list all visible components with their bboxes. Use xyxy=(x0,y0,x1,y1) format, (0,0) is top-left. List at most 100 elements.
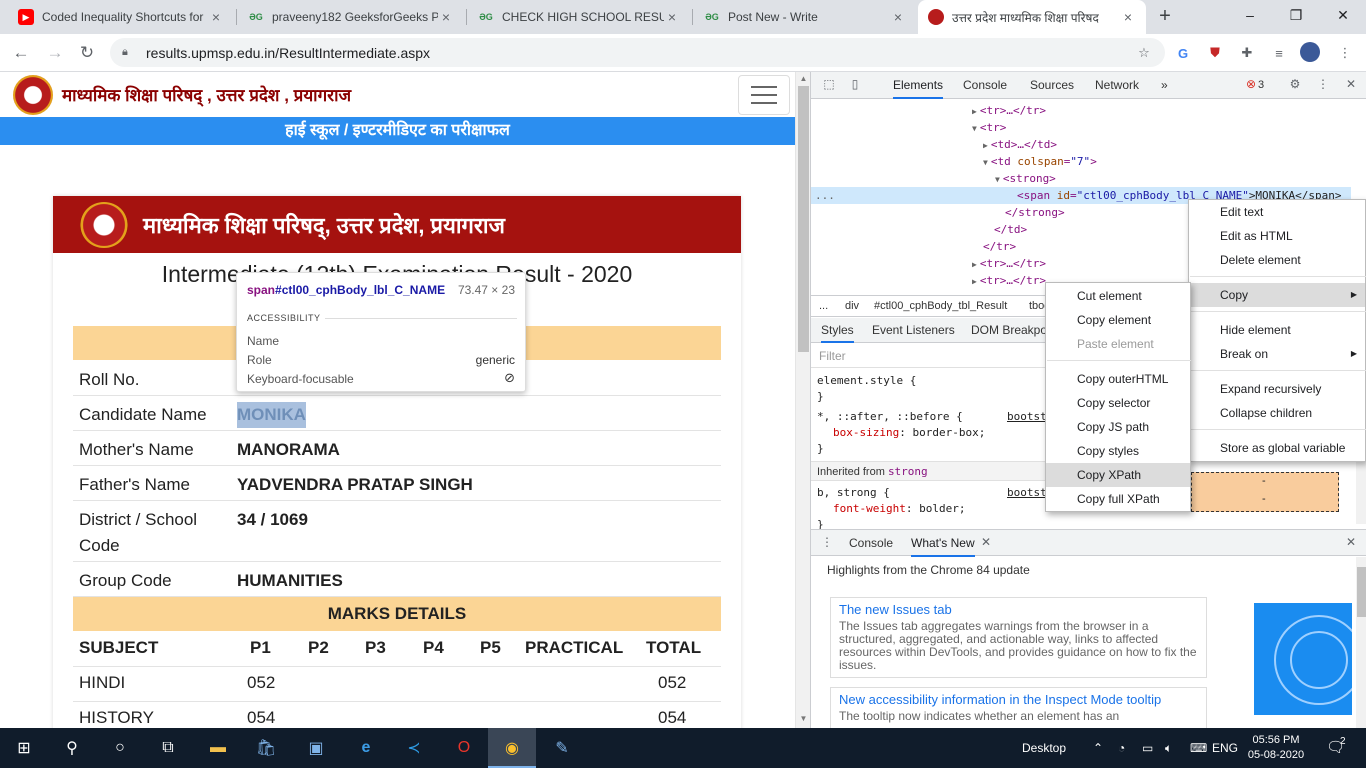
reload-icon[interactable]: ↻ xyxy=(74,40,100,66)
forward-icon[interactable]: → xyxy=(42,40,68,66)
chrome-icon[interactable]: ◉ xyxy=(488,728,536,768)
tab-sources[interactable]: Sources xyxy=(1030,72,1074,99)
media-icon[interactable]: ≡ xyxy=(1268,42,1290,64)
css-declaration[interactable]: box-sizing: border-box; xyxy=(833,425,985,441)
menu-copy-outerhtml[interactable]: Copy outerHTML xyxy=(1046,367,1190,391)
tab-console[interactable]: Console xyxy=(963,72,1007,99)
dom-node[interactable]: ▼ <strong> xyxy=(995,170,1056,188)
more-tabs-button[interactable]: » xyxy=(1161,72,1168,99)
dom-node[interactable]: </td> xyxy=(994,221,1027,238)
back-icon[interactable]: ← xyxy=(8,40,34,66)
scroll-down-icon[interactable]: ▼ xyxy=(796,714,811,723)
error-count[interactable]: 3 xyxy=(1258,72,1264,99)
candidate-name-value[interactable]: MONIKA xyxy=(237,402,306,428)
wifi-icon[interactable]: ◔ xyxy=(1118,728,1125,768)
close-window-icon[interactable]: ✕ xyxy=(1320,0,1366,30)
element-style-rule[interactable]: element.style { xyxy=(817,373,916,389)
desktop-label[interactable]: Desktop xyxy=(1022,728,1066,768)
dom-node[interactable]: ▶ <tr>…</tr> xyxy=(972,272,1046,290)
clock[interactable]: 05:56 PM 05-08-2020 xyxy=(1246,733,1306,763)
breadcrumb-item[interactable]: div xyxy=(845,296,859,317)
dom-node[interactable]: </tr> xyxy=(983,238,1016,255)
tab-dom-breakpoints[interactable]: DOM Breakpoints xyxy=(971,318,1047,343)
store-icon[interactable]: 🛍︎ xyxy=(242,728,290,768)
menu-copy[interactable]: Copy ▶ xyxy=(1189,283,1365,307)
drawer-scrollbar[interactable] xyxy=(1356,557,1366,728)
close-tab-icon[interactable]: × xyxy=(438,9,454,25)
show-hidden-icons-icon[interactable]: ⌃ xyxy=(1093,728,1103,768)
menu-kebab-icon[interactable]: ⋮ xyxy=(1334,42,1356,64)
scrollbar-thumb[interactable] xyxy=(798,86,809,352)
device-toolbar-icon[interactable]: ▯ xyxy=(847,77,863,93)
task-view-icon[interactable]: ⧉ xyxy=(144,728,192,768)
menu-delete-element[interactable]: Delete element xyxy=(1189,248,1365,272)
tab-upmsp-result[interactable]: उत्तर प्रदेश माध्यमिक शिक्षा परिषद × xyxy=(918,0,1146,34)
hamburger-menu-button[interactable] xyxy=(738,75,790,115)
shield-icon[interactable]: ⛊ xyxy=(1204,42,1226,64)
close-tab-icon[interactable]: × xyxy=(664,9,680,25)
drawer-tab-console[interactable]: Console xyxy=(849,530,893,557)
file-explorer-icon[interactable]: ▬ xyxy=(194,728,242,768)
menu-edit-text[interactable]: Edit text xyxy=(1189,200,1365,224)
page-scrollbar[interactable]: ▲ ▼ xyxy=(795,72,810,728)
keyboard-icon[interactable]: ⌨ xyxy=(1190,728,1207,768)
settings-gear-icon[interactable]: ⚙ xyxy=(1287,77,1303,93)
new-tab-button[interactable]: + xyxy=(1154,6,1176,28)
dom-node[interactable]: </strong> xyxy=(1005,204,1065,221)
language-indicator[interactable]: ENG xyxy=(1212,728,1238,768)
close-drawer-tab-icon[interactable]: ✕ xyxy=(978,535,994,551)
devtools-menu-icon[interactable]: ⋮ xyxy=(1315,77,1331,93)
drawer-menu-icon[interactable]: ⋮ xyxy=(819,535,835,551)
cortana-icon[interactable]: ○ xyxy=(96,728,144,768)
dom-node[interactable]: ▶ <tr>…</tr> xyxy=(972,255,1046,273)
css-selector[interactable]: *, ::after, ::before { xyxy=(817,409,963,425)
close-devtools-icon[interactable]: ✕ xyxy=(1343,77,1359,93)
minimize-icon[interactable]: – xyxy=(1227,0,1273,30)
menu-copy-styles[interactable]: Copy styles xyxy=(1046,439,1190,463)
menu-hide-element[interactable]: Hide element xyxy=(1189,318,1365,342)
battery-icon[interactable]: ▭ xyxy=(1142,728,1153,768)
tab-styles[interactable]: Styles xyxy=(821,318,854,343)
tab-event-listeners[interactable]: Event Listeners xyxy=(872,318,955,343)
grammarly-icon[interactable]: G xyxy=(1172,42,1194,64)
css-source-link[interactable]: bootstrap xyxy=(1007,485,1047,501)
close-tab-icon[interactable]: × xyxy=(890,9,906,25)
control-panel-icon[interactable]: ▣ xyxy=(292,728,340,768)
dom-node[interactable]: ▼ <tr> xyxy=(972,119,1006,137)
menu-cut-element[interactable]: Cut element xyxy=(1046,284,1190,308)
menu-collapse-children[interactable]: Collapse children xyxy=(1189,401,1365,425)
tab-check-high-school[interactable]: ƏG CHECK HIGH SCHOOL RESULT × xyxy=(468,0,690,34)
dom-node[interactable]: ▼ <td colspan="7"> xyxy=(983,153,1097,171)
menu-expand-recursively[interactable]: Expand recursively xyxy=(1189,377,1365,401)
menu-copy-element[interactable]: Copy element xyxy=(1046,308,1190,332)
close-tab-icon[interactable]: × xyxy=(1120,9,1136,25)
dom-node[interactable]: ▶ <td>…</td> xyxy=(983,136,1057,154)
avatar[interactable] xyxy=(1300,42,1320,62)
search-icon[interactable]: ⚲ xyxy=(48,728,96,768)
drawer-tab-whats-new[interactable]: What's New xyxy=(911,530,975,557)
bookmark-star-icon[interactable]: ☆ xyxy=(1133,42,1155,64)
breadcrumb-item[interactable]: ... xyxy=(819,296,828,317)
close-tab-icon[interactable]: × xyxy=(208,9,224,25)
tab-praveeny182[interactable]: ƏG praveeny182 GeeksforGeeks P × xyxy=(238,0,464,34)
menu-store-global-variable[interactable]: Store as global variable xyxy=(1189,436,1365,460)
extensions-icon[interactable]: ✚ xyxy=(1236,42,1258,64)
tab-network[interactable]: Network xyxy=(1095,72,1139,99)
breadcrumb-item[interactable]: #ctl00_cphBody_tbl_Result xyxy=(874,296,1007,317)
menu-edit-as-html[interactable]: Edit as HTML xyxy=(1189,224,1365,248)
dom-node[interactable]: ▶ <tr>…</tr> xyxy=(972,102,1046,120)
tab-post-new[interactable]: ƏG Post New - Write × xyxy=(694,0,916,34)
menu-break-on[interactable]: Break on ▶ xyxy=(1189,342,1365,366)
menu-copy-xpath[interactable]: Copy XPath xyxy=(1046,463,1190,487)
restore-icon[interactable]: ❐ xyxy=(1273,0,1319,30)
menu-copy-full-xpath[interactable]: Copy full XPath xyxy=(1046,487,1190,511)
error-icon[interactable]: ⊗ xyxy=(1243,77,1259,93)
news-card-issues-tab[interactable]: The new Issues tab The Issues tab aggreg… xyxy=(830,597,1207,678)
start-windows-icon[interactable]: ⊞ xyxy=(0,728,48,768)
close-drawer-icon[interactable]: ✕ xyxy=(1343,535,1359,551)
paint-icon[interactable]: ✎ xyxy=(538,728,586,768)
vscode-icon[interactable]: ≺ xyxy=(390,728,438,768)
css-selector[interactable]: b, strong { xyxy=(817,485,890,501)
menu-copy-selector[interactable]: Copy selector xyxy=(1046,391,1190,415)
address-bar[interactable]: 🔒︎ results.upmsp.edu.in/ResultIntermedia… xyxy=(110,38,1165,67)
